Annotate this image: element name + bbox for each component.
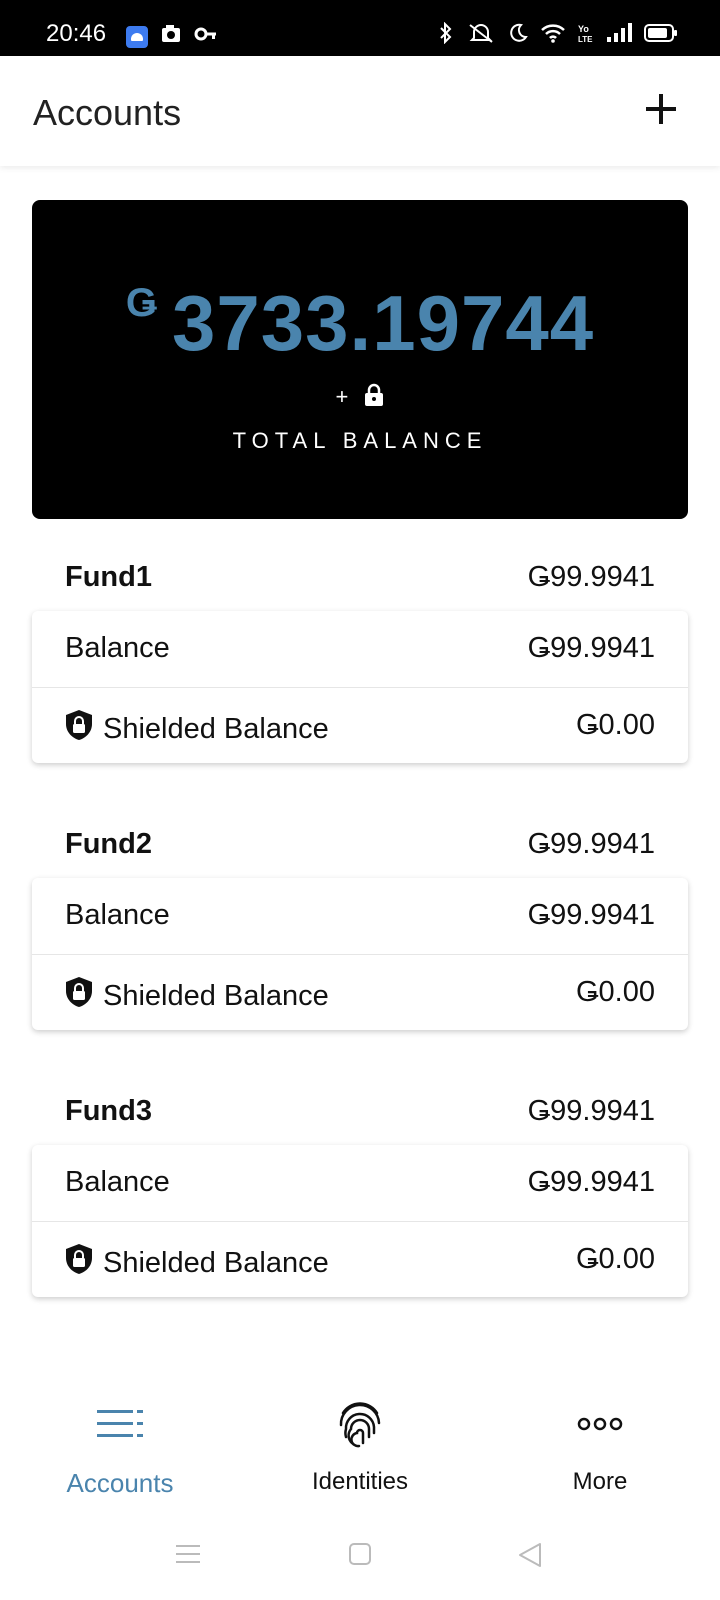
nav-identities-label: Identities — [311, 1468, 409, 1495]
key-icon — [194, 23, 218, 50]
android-app-icon — [126, 25, 148, 48]
lock-icon — [364, 383, 384, 413]
nav-accounts-label: Accounts — [66, 1468, 174, 1498]
shielded-balance-label: Shielded Balance — [103, 979, 329, 1012]
menu-icon[interactable] — [175, 1542, 201, 1571]
currency-symbol: Ǥ — [125, 281, 159, 325]
moon-icon — [508, 22, 528, 49]
more-dots-icon — [577, 1416, 623, 1437]
total-balance-amount: Ǥ 3733.19744 — [32, 278, 688, 369]
shielded-label-wrap: Shielded Balance — [65, 976, 329, 1016]
silent-icon — [466, 22, 496, 49]
add-account-button[interactable] — [644, 92, 678, 126]
back-triangle-icon[interactable] — [518, 1542, 542, 1573]
signal-icon — [606, 22, 632, 49]
balance-row[interactable]: Balance Ǥ99.9941 — [32, 1145, 688, 1221]
status-bar: 20:46 Yo LTE — [0, 0, 720, 56]
total-balance-card: Ǥ 3733.19744 + TOTAL BALANCE — [32, 200, 688, 519]
balance-row[interactable]: Balance Ǥ99.9941 — [32, 878, 688, 954]
total-balance-value: 3733.19744 — [172, 279, 595, 367]
total-locked-indicator: + — [32, 383, 688, 413]
camera-icon — [160, 23, 182, 50]
shielded-balance-row[interactable]: Shielded Balance Ǥ0.00 — [32, 954, 688, 1030]
volte-icon: Yo LTE — [578, 22, 594, 49]
bluetooth-icon — [438, 21, 454, 49]
fund-group: Fund1 Ǥ99.9941 Balance Ǥ99.9941 Shielded… — [32, 543, 688, 763]
shielded-label-wrap: Shielded Balance — [65, 1243, 329, 1283]
shielded-balance-value: Ǥ0.00 — [576, 709, 655, 741]
balance-value: Ǥ99.9941 — [527, 899, 655, 931]
shielded-balance-value: Ǥ0.00 — [576, 976, 655, 1008]
balance-value: Ǥ99.9941 — [527, 632, 655, 664]
locked-prefix: + — [335, 384, 349, 409]
system-navigation-bar — [0, 1518, 720, 1600]
fund-header[interactable]: Fund3 Ǥ99.9941 — [32, 1077, 688, 1145]
fund-header[interactable]: Fund1 Ǥ99.9941 — [32, 543, 688, 611]
svg-text:LTE: LTE — [578, 35, 593, 44]
bottom-navigation: Accounts Identities More — [0, 1386, 720, 1518]
shielded-balance-value: Ǥ0.00 — [576, 1243, 655, 1275]
fund-total: Ǥ99.9941 — [527, 561, 655, 593]
battery-icon — [644, 22, 678, 49]
fund-card[interactable]: Balance Ǥ99.9941 Shielded Balance Ǥ0.00 — [32, 1145, 688, 1297]
total-balance-label: TOTAL BALANCE — [232, 428, 488, 453]
shield-icon — [65, 976, 93, 1016]
shield-icon — [65, 1243, 93, 1283]
wifi-icon — [540, 22, 566, 49]
shielded-balance-row[interactable]: Shielded Balance Ǥ0.00 — [32, 1221, 688, 1297]
status-time: 20:46 — [46, 20, 107, 47]
app-header: Accounts — [0, 56, 720, 166]
balance-value: Ǥ99.9941 — [527, 1166, 655, 1198]
shield-icon — [65, 709, 93, 749]
nav-more-label: More — [572, 1468, 628, 1495]
fund-name: Fund3 — [65, 1095, 152, 1127]
fund-total: Ǥ99.9941 — [527, 1095, 655, 1127]
nav-accounts[interactable]: Accounts — [0, 1386, 240, 1518]
shielded-balance-label: Shielded Balance — [103, 712, 329, 745]
balance-label: Balance — [65, 899, 170, 931]
nav-identities[interactable]: Identities — [240, 1386, 480, 1518]
fund-name: Fund1 — [65, 561, 152, 593]
shielded-balance-label: Shielded Balance — [103, 1246, 329, 1279]
shielded-balance-row[interactable]: Shielded Balance Ǥ0.00 — [32, 687, 688, 763]
fund-group: Fund2 Ǥ99.9941 Balance Ǥ99.9941 Shielded… — [32, 810, 688, 1030]
fund-group: Fund3 Ǥ99.9941 Balance Ǥ99.9941 Shielded… — [32, 1077, 688, 1297]
fund-total: Ǥ99.9941 — [527, 828, 655, 860]
fund-card[interactable]: Balance Ǥ99.9941 Shielded Balance Ǥ0.00 — [32, 878, 688, 1030]
shielded-label-wrap: Shielded Balance — [65, 709, 329, 749]
page-title: Accounts — [33, 92, 182, 133]
home-square-icon[interactable] — [348, 1542, 372, 1571]
list-icon — [95, 1408, 145, 1445]
fingerprint-icon — [337, 1399, 383, 1454]
nav-more[interactable]: More — [480, 1386, 720, 1518]
fund-header[interactable]: Fund2 Ǥ99.9941 — [32, 810, 688, 878]
fund-name: Fund2 — [65, 828, 152, 860]
fund-card[interactable]: Balance Ǥ99.9941 Shielded Balance Ǥ0.00 — [32, 611, 688, 763]
balance-label: Balance — [65, 632, 170, 664]
svg-text:Yo: Yo — [578, 24, 589, 34]
balance-label: Balance — [65, 1166, 170, 1198]
balance-row[interactable]: Balance Ǥ99.9941 — [32, 611, 688, 687]
